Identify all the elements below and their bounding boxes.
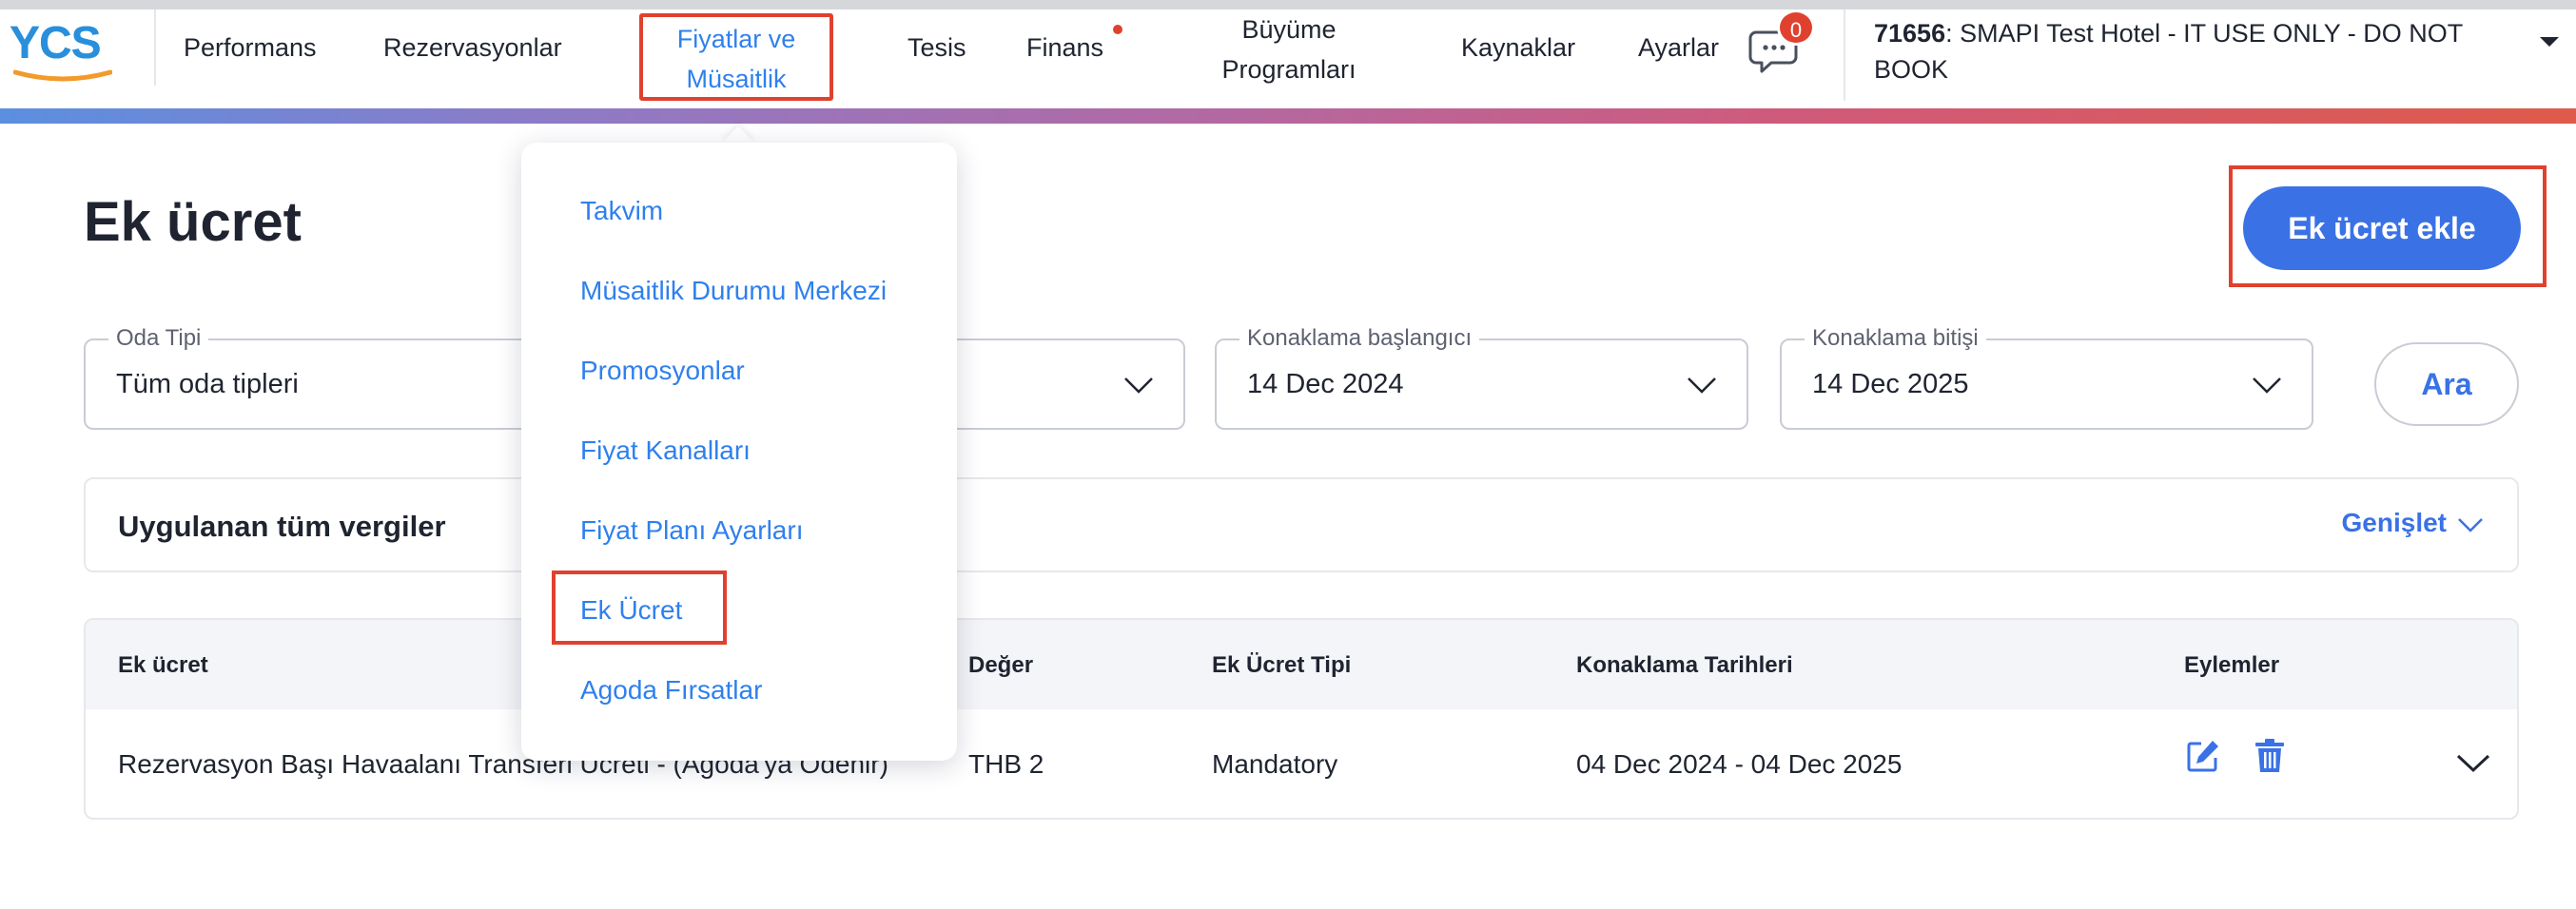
nav-item-kaynaklar[interactable]: Kaynaklar	[1461, 29, 1575, 67]
menu-item-takvim[interactable]: Takvim	[580, 196, 663, 226]
menu-item-promosyonlar[interactable]: Promosyonlar	[580, 356, 745, 386]
row-expand-chevron-icon[interactable]	[2454, 751, 2492, 774]
surcharge-type: Mandatory	[1212, 749, 1338, 779]
column-header-stay-dates: Konaklama Tarihleri	[1576, 652, 1793, 678]
menu-item-musaitlik-durumu-merkezi[interactable]: Müsaitlik Durumu Merkezi	[580, 276, 887, 306]
stay-start-label: Konaklama başlangıcı	[1239, 325, 1480, 352]
edit-icon[interactable]	[2186, 738, 2220, 774]
top-border	[0, 0, 2576, 10]
expand-label: Genişlet	[2341, 508, 2447, 537]
applied-taxes-card: Uygulanan tüm vergiler Genişlet	[84, 477, 2519, 572]
chat-badge: 0	[1777, 10, 1815, 46]
column-header-type: Ek Ücret Tipi	[1212, 652, 1352, 678]
hotel-id: 71656	[1874, 19, 1946, 48]
room-type-value: Tüm oda tipleri	[116, 369, 299, 399]
logo-swoosh-icon	[13, 69, 112, 82]
chevron-down-icon	[2458, 517, 2483, 532]
nav-item-ayarlar[interactable]: Ayarlar	[1638, 29, 1719, 67]
menu-item-agoda-firsatlar[interactable]: Agoda Fırsatlar	[580, 675, 762, 706]
table-header: Ek ücret Değer Ek Ücret Tipi Konaklama T…	[86, 620, 2517, 709]
menu-item-fiyat-plani-ayarlari[interactable]: Fiyat Planı Ayarları	[580, 515, 803, 546]
nav-item-performans[interactable]: Performans	[184, 29, 317, 67]
pricing-availability-dropdown: Takvim Müsaitlik Durumu Merkezi Promosyo…	[521, 143, 957, 761]
top-nav: YCS Performans Rezervasyonlar Fiyatlar v…	[0, 10, 2576, 108]
stay-end-value: 14 Dec 2025	[1812, 369, 1969, 399]
menu-item-ek-ucret[interactable]: Ek Ücret	[580, 595, 682, 626]
stay-end-label: Konaklama bitişi	[1805, 325, 1986, 352]
stay-end-date-picker[interactable]: Konaklama bitişi 14 Dec 2025	[1780, 325, 2313, 430]
search-button[interactable]: Ara	[2374, 342, 2519, 426]
room-type-label: Oda Tipi	[108, 325, 209, 352]
nav-divider-hotel	[1844, 10, 1845, 101]
hotel-name: : SMAPI Test Hotel - IT USE ONLY - DO NO…	[1874, 19, 2463, 84]
nav-item-tesis[interactable]: Tesis	[907, 29, 966, 67]
menu-item-fiyat-kanallari[interactable]: Fiyat Kanalları	[580, 435, 751, 466]
page-title: Ek ücret	[84, 191, 302, 253]
hotel-selector[interactable]: 71656: SMAPI Test Hotel - IT USE ONLY - …	[1874, 15, 2502, 87]
surcharge-dates: 04 Dec 2024 - 04 Dec 2025	[1576, 749, 1903, 779]
stay-start-date-picker[interactable]: Konaklama başlangıcı 14 Dec 2024	[1215, 325, 1748, 430]
applied-taxes-title: Uygulanan tüm vergiler	[118, 510, 446, 543]
add-surcharge-button[interactable]: Ek ücret ekle	[2243, 186, 2521, 270]
column-header-surcharge: Ek ücret	[118, 652, 208, 678]
nav-item-rezervasyonlar[interactable]: Rezervasyonlar	[383, 29, 562, 67]
expand-taxes-button[interactable]: Genişlet	[2342, 508, 2485, 538]
stay-start-value: 14 Dec 2024	[1247, 369, 1404, 399]
delete-icon[interactable]	[2254, 738, 2285, 774]
surcharge-table: Ek ücret Değer Ek Ücret Tipi Konaklama T…	[84, 618, 2519, 820]
nav-item-finans[interactable]: Finans	[1026, 29, 1103, 67]
nav-item-fiyatlar-ve-musaitlik[interactable]: Fiyatlar ve Müsaitlik	[639, 13, 833, 101]
chevron-down-icon	[1688, 377, 1716, 394]
column-header-actions: Eylemler	[2184, 652, 2280, 678]
hotel-caret-down-icon[interactable]	[2538, 34, 2561, 49]
brand-gradient-bar	[0, 108, 2576, 124]
column-header-value: Değer	[968, 652, 1034, 678]
chevron-down-icon	[2253, 377, 2281, 394]
surcharge-value: THB 2	[968, 749, 1044, 779]
chevron-down-icon	[1124, 377, 1153, 394]
logo-text: YCS	[10, 21, 114, 67]
nav-item-buyume-programlari[interactable]: Büyüme Programları	[1208, 10, 1370, 89]
ycs-logo[interactable]: YCS	[10, 21, 114, 87]
finans-notification-dot	[1113, 25, 1122, 34]
nav-divider	[154, 10, 156, 86]
